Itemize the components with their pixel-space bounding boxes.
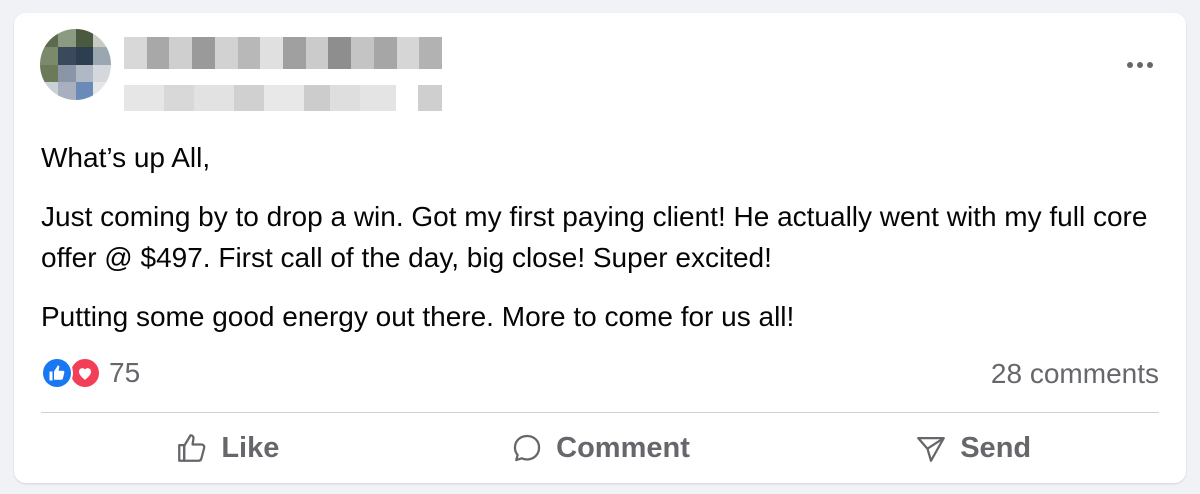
like-reaction-icon bbox=[41, 357, 73, 389]
love-reaction-icon bbox=[69, 357, 101, 389]
post-card: What’s up All, Just coming by to drop a … bbox=[14, 13, 1186, 483]
divider bbox=[41, 412, 1159, 413]
dot-icon bbox=[1127, 62, 1133, 68]
dot-icon bbox=[1147, 62, 1153, 68]
post-paragraph: Just coming by to drop a win. Got my fir… bbox=[41, 201, 1148, 273]
post-paragraph: What’s up All, bbox=[41, 142, 211, 173]
reactions-summary[interactable]: 75 bbox=[41, 357, 140, 389]
post-body: What’s up All, Just coming by to drop a … bbox=[41, 137, 1161, 355]
timestamp-redacted[interactable] bbox=[124, 85, 444, 111]
comment-button[interactable]: Comment bbox=[414, 419, 787, 477]
like-label: Like bbox=[221, 431, 280, 464]
author-name-redacted[interactable] bbox=[124, 37, 442, 69]
comment-label: Comment bbox=[556, 431, 690, 464]
send-label: Send bbox=[960, 431, 1032, 464]
send-button[interactable]: Send bbox=[786, 419, 1159, 477]
dot-icon bbox=[1137, 62, 1143, 68]
comments-count-link[interactable]: 28 comments bbox=[991, 358, 1159, 390]
post-stats: 75 28 comments bbox=[41, 357, 1159, 393]
comment-bubble-icon bbox=[510, 431, 544, 465]
post-actions-bar: Like Comment Send bbox=[41, 419, 1159, 477]
reaction-count: 75 bbox=[109, 357, 141, 388]
post-paragraph: Putting some good energy out there. More… bbox=[41, 301, 795, 332]
author-avatar[interactable] bbox=[40, 29, 111, 100]
thumbs-up-icon bbox=[175, 431, 209, 465]
send-icon bbox=[914, 431, 948, 465]
more-options-button[interactable] bbox=[1122, 53, 1158, 77]
like-button[interactable]: Like bbox=[41, 419, 414, 477]
